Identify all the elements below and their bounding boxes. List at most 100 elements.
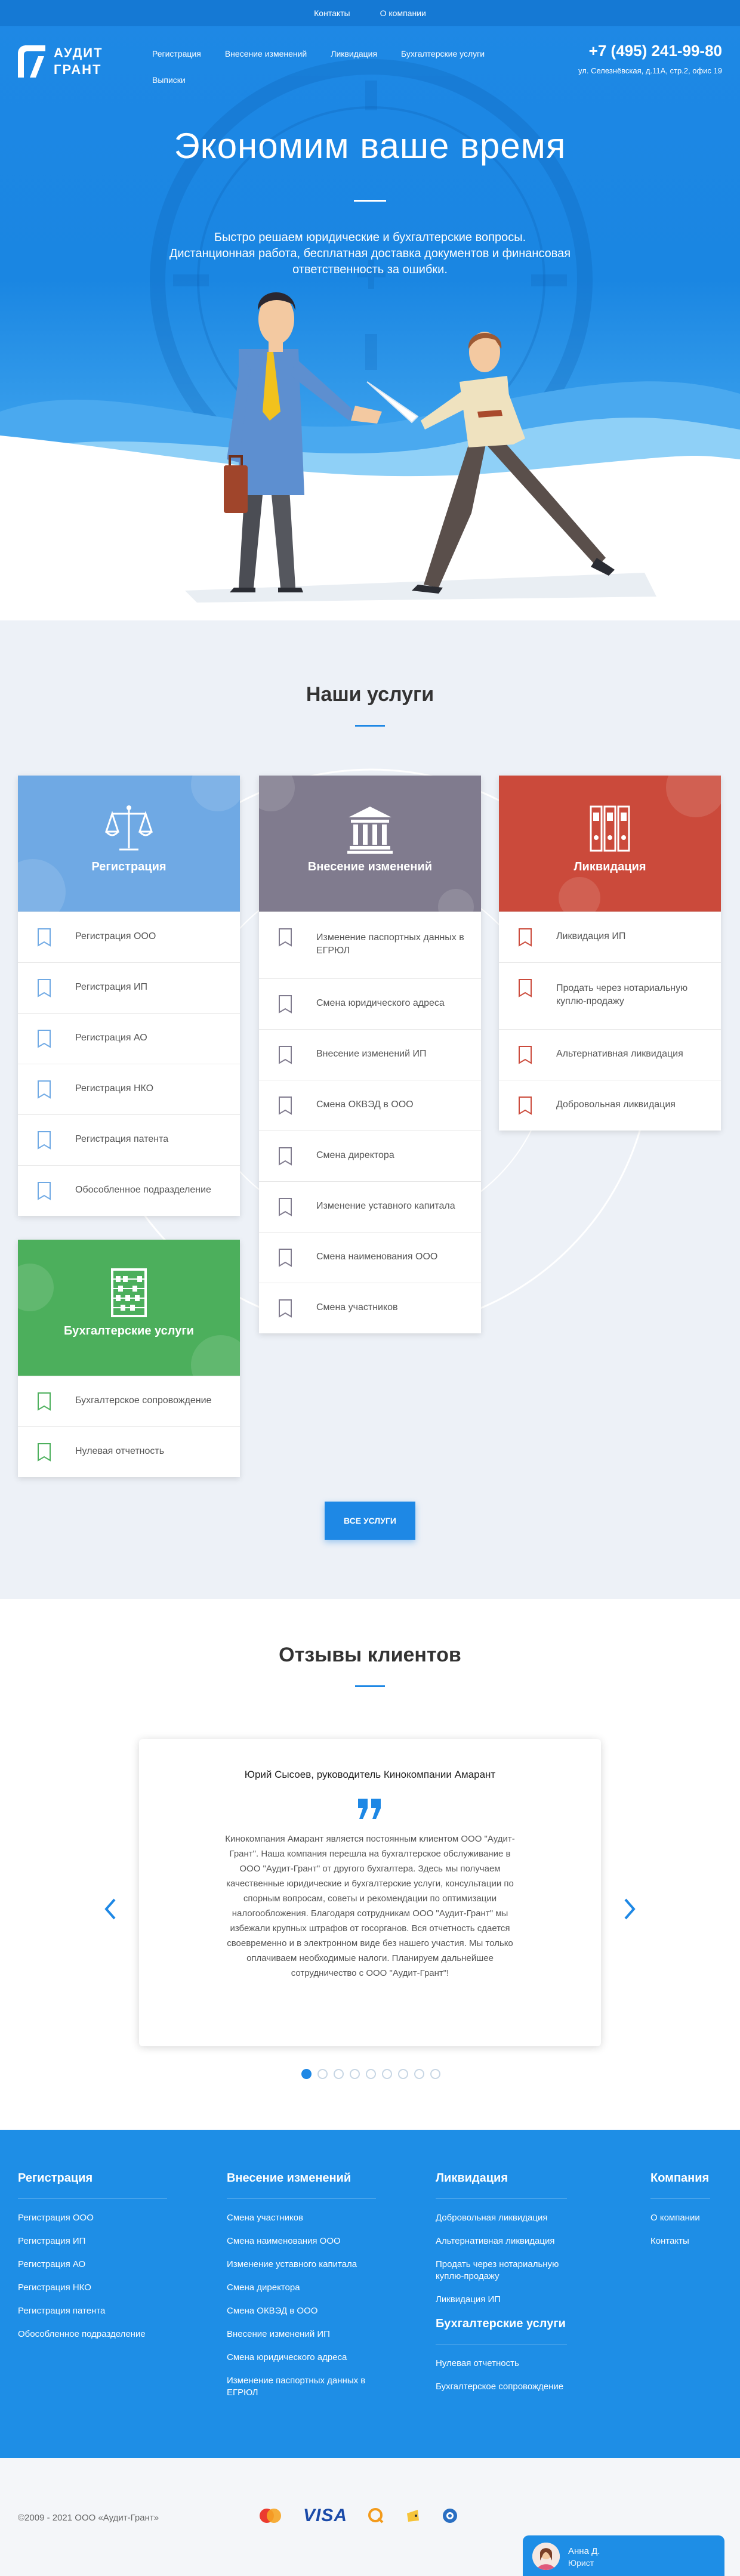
footer-link[interactable]: Регистрация ИП bbox=[18, 2235, 167, 2247]
service-item[interactable]: Альтернативная ликвидация bbox=[499, 1029, 721, 1080]
card-title: Бухгалтерские услуги bbox=[64, 1324, 194, 1338]
document-icon bbox=[38, 1182, 51, 1200]
nav-extracts[interactable]: Выписки bbox=[152, 75, 186, 85]
slider-dot[interactable] bbox=[334, 2069, 344, 2079]
reviews-title: Отзывы клиентов bbox=[279, 1644, 461, 1666]
service-item[interactable]: Регистрация патента bbox=[18, 1114, 240, 1165]
review-card: Юрий Сысоев, руководитель Кинокомпании А… bbox=[139, 1739, 601, 2046]
service-item[interactable]: Регистрация НКО bbox=[18, 1064, 240, 1114]
footer-link[interactable]: Бухгалтерское сопровождение bbox=[436, 2381, 567, 2393]
nav-liquidation[interactable]: Ликвидация bbox=[331, 49, 377, 58]
slider-dot[interactable] bbox=[382, 2069, 392, 2079]
footer-link[interactable]: Продать через нотариальную куплю-продажу bbox=[436, 2259, 567, 2282]
service-item[interactable]: Смена наименования ООО bbox=[259, 1232, 481, 1283]
service-item[interactable]: Смена ОКВЭД в ООО bbox=[259, 1080, 481, 1131]
service-item[interactable]: Смена юридического адреса bbox=[259, 978, 481, 1029]
hero-subtitle: Быстро решаем юридические и бухгалтерски… bbox=[131, 230, 609, 278]
service-item[interactable]: Смена участников bbox=[259, 1283, 481, 1333]
footer-link[interactable]: Смена директора bbox=[227, 2282, 376, 2294]
chevron-left-icon[interactable] bbox=[103, 1897, 117, 1921]
service-item[interactable]: Смена директора bbox=[259, 1131, 481, 1181]
footer-col-changes: Внесение изменений Смена участников Смен… bbox=[227, 2172, 376, 2410]
slider-dot[interactable] bbox=[430, 2069, 440, 2079]
service-item-label: Регистрация НКО bbox=[75, 1083, 154, 1094]
footer-link[interactable]: Регистрация патента bbox=[18, 2305, 167, 2317]
phone-link[interactable]: +7 (495) 241-99-80 bbox=[589, 42, 722, 60]
footer-link[interactable]: Смена ОКВЭД в ООО bbox=[227, 2305, 376, 2317]
footer-link[interactable]: Изменение паспортных данных в ЕГРЮЛ bbox=[227, 2375, 376, 2399]
footer-col-title[interactable]: Компания bbox=[650, 2172, 722, 2185]
footer-link[interactable]: Альтернативная ликвидация bbox=[436, 2235, 567, 2247]
service-card-changes: Внесение изменений Изменение паспортных … bbox=[259, 776, 481, 1333]
service-item-label: Смена участников bbox=[316, 1302, 398, 1312]
logo-line2: ГРАНТ bbox=[54, 62, 102, 77]
footer-link[interactable]: Смена юридического адреса bbox=[227, 2352, 376, 2364]
nav-changes[interactable]: Внесение изменений bbox=[225, 49, 307, 58]
topbar-link-about[interactable]: О компании bbox=[380, 8, 426, 18]
chevron-right-icon[interactable] bbox=[623, 1897, 637, 1921]
service-item[interactable]: Изменение уставного капитала bbox=[259, 1181, 481, 1232]
service-item[interactable]: Ликвидация ИП bbox=[499, 912, 721, 962]
service-item-label: Изменение уставного капитала bbox=[316, 1201, 455, 1211]
footer-col-title[interactable]: Бухгалтерские услуги bbox=[436, 2317, 567, 2331]
service-item[interactable]: Регистрация ООО bbox=[18, 912, 240, 962]
qiwi-icon bbox=[368, 2508, 384, 2524]
footer-link[interactable]: Ликвидация ИП bbox=[436, 2294, 567, 2306]
service-item[interactable]: Продать через нотариальную куплю-продажу bbox=[499, 962, 721, 1029]
logo-mark-icon bbox=[18, 45, 45, 78]
slider-dot[interactable] bbox=[398, 2069, 408, 2079]
slider-dot[interactable] bbox=[366, 2069, 376, 2079]
service-item[interactable]: Добровольная ликвидация bbox=[499, 1080, 721, 1131]
footer-col-title[interactable]: Внесение изменений bbox=[227, 2172, 376, 2185]
nav-registration[interactable]: Регистрация bbox=[152, 49, 201, 58]
footer-col-liquidation: Ликвидация Добровольная ликвидация Альте… bbox=[436, 2172, 567, 2404]
service-item[interactable]: Регистрация ИП bbox=[18, 962, 240, 1013]
main-nav: Регистрация Внесение изменений Ликвидаци… bbox=[152, 49, 534, 85]
document-icon bbox=[279, 1198, 292, 1216]
card-header[interactable]: Ликвидация bbox=[499, 776, 721, 912]
footer-link[interactable]: Добровольная ликвидация bbox=[436, 2212, 567, 2224]
footer-link[interactable]: О компании bbox=[650, 2212, 722, 2224]
document-icon bbox=[279, 1046, 292, 1064]
footer-link[interactable]: Регистрация НКО bbox=[18, 2282, 167, 2294]
service-item[interactable]: Регистрация АО bbox=[18, 1013, 240, 1064]
footer-link[interactable]: Смена наименования ООО bbox=[227, 2235, 376, 2247]
nav-accounting[interactable]: Бухгалтерские услуги bbox=[401, 49, 485, 58]
slider-dot[interactable] bbox=[301, 2069, 312, 2079]
slider-dot[interactable] bbox=[317, 2069, 328, 2079]
footer-link[interactable]: Регистрация ООО bbox=[18, 2212, 167, 2224]
card-header[interactable]: Регистрация bbox=[18, 776, 240, 912]
logo[interactable]: АУДИТ ГРАНТ bbox=[17, 45, 103, 78]
card-header[interactable]: Бухгалтерские услуги bbox=[18, 1240, 240, 1376]
service-item[interactable]: Обособленное подразделение bbox=[18, 1165, 240, 1216]
document-icon bbox=[38, 1080, 51, 1099]
slider-dot[interactable] bbox=[414, 2069, 424, 2079]
topbar-link-contacts[interactable]: Контакты bbox=[314, 8, 350, 18]
service-item[interactable]: Изменение паспортных данных в ЕГРЮЛ bbox=[259, 912, 481, 978]
document-icon bbox=[279, 1249, 292, 1267]
review-text-line: избежали крупных штрафов от госорганов. … bbox=[230, 1923, 510, 1933]
footer-link[interactable]: Контакты bbox=[650, 2235, 722, 2247]
logo-line1: АУДИТ bbox=[54, 45, 103, 60]
footer-col-title[interactable]: Ликвидация bbox=[436, 2172, 567, 2185]
footer-link[interactable]: Внесение изменений ИП bbox=[227, 2328, 376, 2340]
footer-link[interactable]: Регистрация АО bbox=[18, 2259, 167, 2271]
footer-col-title[interactable]: Регистрация bbox=[18, 2172, 167, 2185]
slider-dot[interactable] bbox=[350, 2069, 360, 2079]
hero-illustration bbox=[0, 59, 740, 620]
card-header[interactable]: Внесение изменений bbox=[259, 776, 481, 912]
service-item-label: Смена директора bbox=[316, 1150, 394, 1160]
service-item[interactable]: Бухгалтерское сопровождение bbox=[18, 1376, 240, 1426]
footer-link[interactable]: Нулевая отчетность bbox=[436, 2358, 567, 2370]
card-title: Внесение изменений bbox=[307, 860, 433, 873]
chat-widget[interactable]: Анна Д. Юрист bbox=[523, 2535, 724, 2576]
card-title: Ликвидация bbox=[574, 860, 646, 873]
service-item[interactable]: Внесение изменений ИП bbox=[259, 1029, 481, 1080]
footer-link[interactable]: Обособленное подразделение bbox=[18, 2328, 167, 2340]
service-item-label: Регистрация ИП bbox=[75, 982, 147, 992]
service-card-liquidation: Ликвидация Ликвидация ИП Продать через н… bbox=[499, 776, 721, 1131]
footer-link[interactable]: Изменение уставного капитала bbox=[227, 2259, 376, 2271]
service-item[interactable]: Нулевая отчетность bbox=[18, 1426, 240, 1477]
footer-link[interactable]: Смена участников bbox=[227, 2212, 376, 2224]
all-services-button[interactable]: ВСЕ УСЛУГИ bbox=[325, 1502, 415, 1540]
